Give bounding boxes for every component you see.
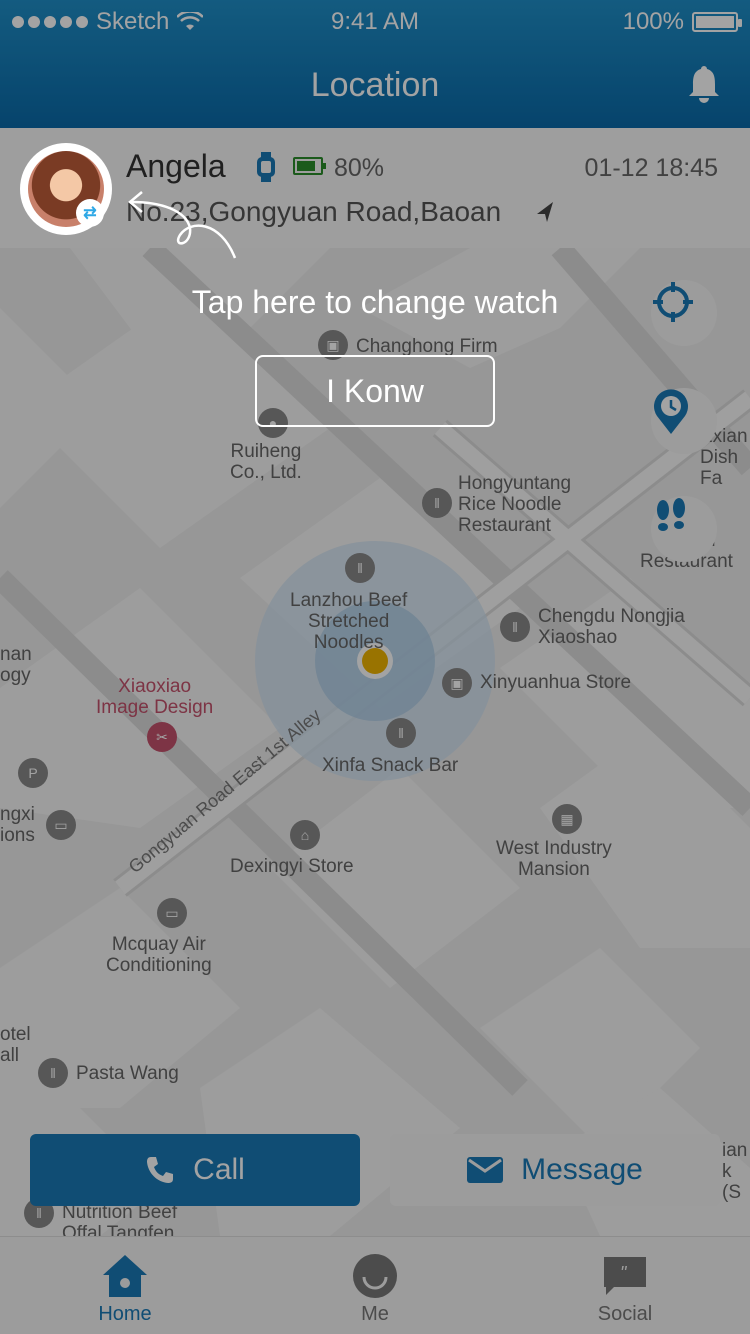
dismiss-hint-button[interactable]: I Konw [255,355,495,427]
avatar-highlight[interactable]: ⇄ [20,143,112,235]
onboarding-hint: Tap here to change watch [191,284,559,320]
onboarding-overlay [0,0,750,1334]
swap-icon: ⇄ [76,199,104,227]
hint-arrow-icon [128,191,237,259]
